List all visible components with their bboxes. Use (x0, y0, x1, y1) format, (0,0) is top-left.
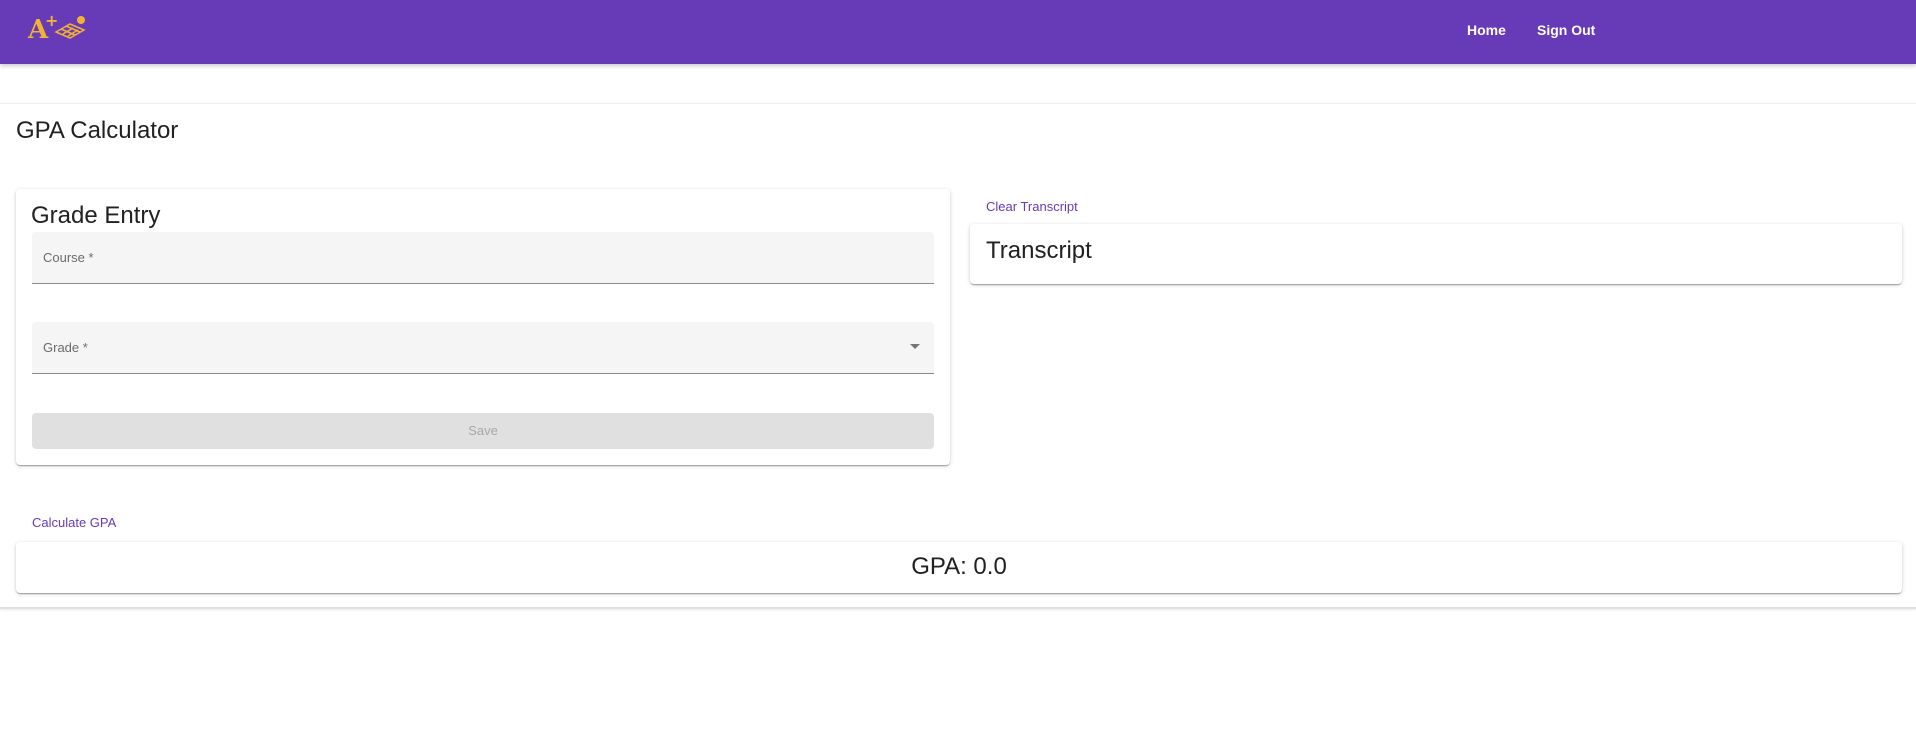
course-field[interactable]: Course * (32, 232, 938, 285)
gpa-result-card: GPA: 0.0 (16, 542, 1902, 593)
grade-select[interactable]: Grade * (32, 322, 934, 374)
calculate-gpa-button[interactable]: Calculate GPA (32, 515, 116, 530)
dropdown-arrow-icon[interactable] (910, 344, 920, 349)
grade-entry-heading: Grade Entry (31, 202, 161, 229)
course-input[interactable] (32, 232, 938, 285)
nav-home-link[interactable]: Home (1467, 22, 1506, 38)
save-button[interactable]: Save (32, 413, 934, 449)
transcript-card: Transcript (970, 224, 1902, 284)
transcript-heading: Transcript (986, 237, 1092, 264)
grade-field-label: Grade * (43, 340, 88, 355)
nav-sign-out-link[interactable]: Sign Out (1537, 22, 1595, 38)
app-bar: A + Home Sign Out (0, 0, 1916, 64)
content-bottom-divider (0, 607, 1916, 609)
a-plus-logo-icon[interactable]: A + (26, 10, 90, 44)
clear-transcript-button[interactable]: Clear Transcript (986, 199, 1078, 214)
gpa-result-text: GPA: 0.0 (911, 553, 1007, 580)
page-title: GPA Calculator (16, 117, 179, 144)
header-divider (0, 103, 1916, 104)
svg-text:+: + (45, 11, 58, 30)
grade-entry-card: Grade Entry Course * Grade * Save (16, 189, 950, 465)
